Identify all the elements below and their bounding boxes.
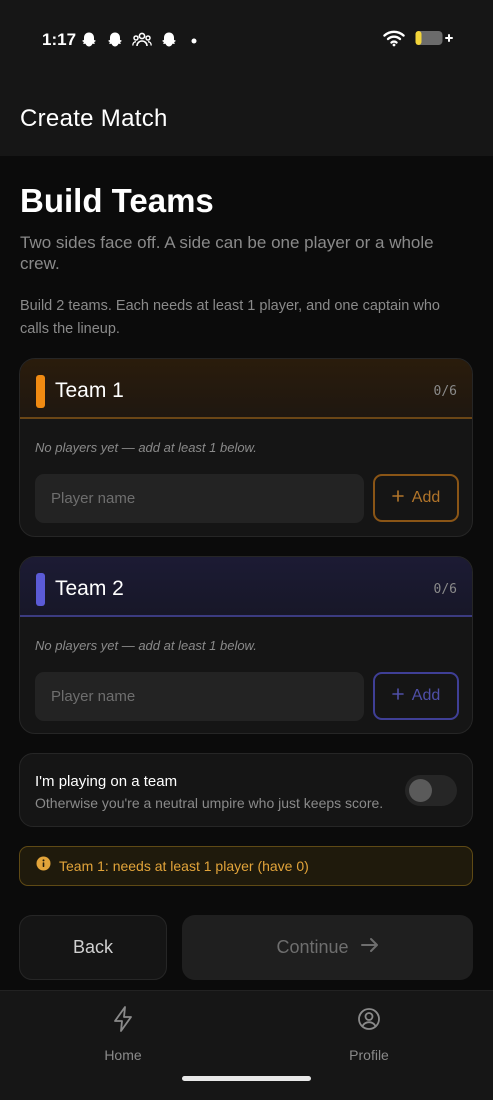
nav-home-label: Home	[104, 1047, 142, 1063]
team-header: Team 1 0/6	[20, 359, 472, 419]
add-player-label: Add	[411, 489, 441, 506]
team-empty-text: No players yet — add at least 1 below.	[35, 440, 257, 455]
add-player-button[interactable]: Add	[373, 474, 459, 522]
validation-warning: Team 1: needs at least 1 player (have 0)	[19, 846, 473, 886]
battery-charging-icon	[415, 29, 453, 52]
player-name-input[interactable]	[35, 672, 364, 721]
team-color-bar	[36, 573, 45, 606]
ghost-icon	[106, 31, 124, 49]
team-card-2: Team 2 0/6 No players yet — add at least…	[19, 556, 473, 734]
team-name: Team 1	[55, 379, 124, 402]
nav-profile-label: Profile	[349, 1047, 389, 1063]
app-title: Create Match	[20, 105, 168, 132]
playing-toggle-switch[interactable]	[405, 775, 457, 806]
add-player-button[interactable]: Add	[373, 672, 459, 720]
team-header: Team 2 0/6	[20, 557, 472, 617]
toggle-title: I'm playing on a team	[35, 773, 178, 790]
warning-text: Team 1: needs at least 1 player (have 0)	[59, 858, 309, 874]
status-bar: 1:17	[0, 0, 493, 80]
add-player-label: Add	[411, 687, 441, 704]
ghost-icon	[160, 31, 178, 49]
team-player-count: 0/6	[433, 384, 457, 399]
team-color-bar	[36, 375, 45, 408]
wifi-icon	[383, 29, 405, 52]
team-empty-text: No players yet — add at least 1 below.	[35, 638, 257, 653]
continue-button[interactable]: Continue	[182, 915, 473, 980]
team-name: Team 2	[55, 577, 124, 600]
home-indicator	[182, 1076, 311, 1081]
player-name-input[interactable]	[35, 474, 364, 523]
back-button[interactable]: Back	[19, 915, 167, 980]
nav-home[interactable]: Home	[63, 1006, 183, 1063]
page-hint: Build 2 teams. Each needs at least 1 pla…	[20, 298, 440, 337]
continue-label: Continue	[276, 937, 349, 957]
plus-icon	[391, 687, 404, 705]
toggle-knob	[409, 779, 432, 802]
playing-toggle-card: I'm playing on a team Otherwise you're a…	[19, 753, 473, 827]
team-card-1: Team 1 0/6 No players yet — add at least…	[19, 358, 473, 537]
group-icon	[132, 31, 152, 49]
notification-icons	[80, 30, 200, 50]
plus-icon	[391, 489, 404, 507]
app-header: Create Match	[0, 80, 493, 156]
ghost-icon	[80, 31, 98, 49]
profile-icon	[357, 1006, 381, 1037]
team-player-count: 0/6	[433, 582, 457, 597]
dot-icon	[186, 31, 200, 49]
page-title: Build Teams	[20, 182, 214, 219]
bottom-nav: Home Profile	[0, 990, 493, 1100]
info-icon	[36, 856, 51, 876]
status-time: 1:17	[42, 30, 77, 49]
nav-profile[interactable]: Profile	[309, 1006, 429, 1063]
toggle-description: Otherwise you're a neutral umpire who ju…	[35, 795, 384, 811]
arrow-right-icon	[360, 937, 379, 958]
system-icons	[383, 30, 453, 50]
lightning-icon	[112, 1006, 134, 1037]
page-subtitle: Two sides face off. A side can be one pl…	[20, 233, 434, 273]
